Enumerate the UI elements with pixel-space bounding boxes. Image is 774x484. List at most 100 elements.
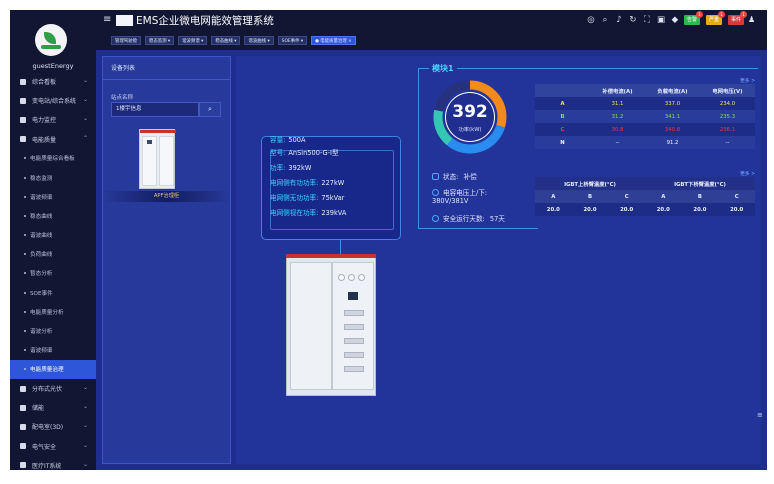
screen-icon[interactable]: ▣ <box>656 15 666 25</box>
sidebar-item-11[interactable]: SOE事件 <box>10 283 96 302</box>
sidebar-item-16[interactable]: 分布式光伏 ⌄ <box>10 379 96 398</box>
alarm-badge-1[interactable]: 严重 1 <box>705 11 725 25</box>
badge-count: 1 <box>717 11 725 18</box>
table1-cell: 341.1 <box>645 110 700 123</box>
table1-header: 电网电压(V) <box>700 84 755 97</box>
sidebar-item-19[interactable]: 电气安全 ⌄ <box>10 437 96 456</box>
bullet-icon <box>24 368 26 371</box>
safety-icon <box>20 443 26 450</box>
battery-icon <box>20 404 26 411</box>
search-icon[interactable]: ⌕ <box>600 15 610 25</box>
fullscreen-icon[interactable]: ⛶ <box>642 15 652 25</box>
device-caption[interactable]: APF治理柜 <box>103 191 230 202</box>
table-row: 20.0 20.0 20.0 20.0 20.0 20.0 <box>535 203 755 216</box>
tab-6[interactable]: ● 电能质量治理 × <box>311 36 356 45</box>
table1-cell: 30.8 <box>590 123 645 136</box>
model-row: 型号: AnSin500-G-I型 <box>270 149 339 157</box>
tab-4[interactable]: 谐波曲线 ▾ <box>244 36 274 45</box>
sidebar-item-3[interactable]: 电能质量 ⌃ <box>10 130 96 149</box>
sidebar-item-15[interactable]: 电能质量治理 <box>10 359 96 379</box>
table2-header: C <box>608 190 645 203</box>
search-icon: ⌕ <box>208 105 212 113</box>
scroll-handle-icon[interactable]: ≡ <box>757 411 763 419</box>
sidebar-item-1[interactable]: 变电站/综合系统 ⌄ <box>10 91 96 110</box>
sound-icon[interactable]: ♪ <box>614 15 624 25</box>
table1-cell: B <box>535 110 590 123</box>
sidebar-item-label: 谐波分析 <box>30 329 53 336</box>
table1-header: 补偿电流(A) <box>590 84 645 97</box>
sidebar-item-0[interactable]: 综合看板 ⌄ <box>10 72 96 91</box>
tab-3[interactable]: 稳态曲线 ▾ <box>211 36 241 45</box>
sidebar-item-label: 医疗IT系统 <box>32 462 62 470</box>
top-header: ≡ EMS企业微电网能效管理系统 ◎ ⌕ ♪ ↻ ⛶ ▣ ◆ 告警 1 严重 1 事件 1… <box>96 10 767 50</box>
sidebar-item-12[interactable]: 电能质量分析 <box>10 302 96 321</box>
sidebar-item-8[interactable]: 谐波曲线 <box>10 226 96 245</box>
sidebar-item-5[interactable]: 稳态监测 <box>10 168 96 187</box>
sidebar-item-20[interactable]: 医疗IT系统 ⌄ <box>10 456 96 470</box>
tab-2[interactable]: 谐波频谱 ▾ <box>178 36 208 45</box>
sidebar-item-label: 稳态曲线 <box>30 213 53 220</box>
clock-icon <box>432 189 439 196</box>
sidebar-item-label: 电气安全 <box>32 443 57 451</box>
module-frame-bottom <box>418 228 538 229</box>
tab-1[interactable]: 稳态监测 ▾ <box>144 36 175 45</box>
sidebar-item-7[interactable]: 稳态曲线 <box>10 206 96 225</box>
sidebar-item-9[interactable]: 负荷曲线 <box>10 245 96 264</box>
sidebar-item-2[interactable]: 电力监控 ⌄ <box>10 110 96 129</box>
power-row: 功率: 392kW <box>270 164 312 172</box>
apparent-power-value: 239kVA <box>321 209 347 217</box>
apparent-power-row: 电网侧视在功率: 239kVA <box>270 209 347 217</box>
alarm-badge-2[interactable]: 事件 1 <box>727 11 747 25</box>
sidebar: . guestEnergy 综合看板⌄变电站/综合系统⌄电力监控⌄电能质量⌃电能… <box>10 10 96 470</box>
sidebar-item-14[interactable]: 谐波频谱 <box>10 341 96 360</box>
station-search-button[interactable]: ⌕ <box>199 102 221 117</box>
sidebar-item-4[interactable]: 电能质量综合看板 <box>10 149 96 168</box>
content-area: 设备列表 站点名称 1楼宇信息 ⌕ APF治理柜 容量: 500A 型号: An… <box>96 50 767 470</box>
badge-label: 严重 <box>708 17 719 23</box>
globe-icon[interactable]: ◎ <box>586 15 596 25</box>
device-thumbnail[interactable] <box>139 129 176 189</box>
more-link-2[interactable]: 更多 > <box>740 170 755 177</box>
app-window: . guestEnergy 综合看板⌄变电站/综合系统⌄电力监控⌄电能质量⌃电能… <box>10 10 767 470</box>
sidebar-item-10[interactable]: 暂态分析 <box>10 264 96 283</box>
tab-5[interactable]: SOE事件 ▾ <box>277 36 308 45</box>
refresh-icon[interactable]: ↻ <box>628 15 638 25</box>
sidebar-item-6[interactable]: 谐波频谱 <box>10 187 96 206</box>
user-avatar-icon[interactable]: ♟ <box>748 15 757 25</box>
theme-icon[interactable]: ◆ <box>670 15 680 25</box>
chevron-down-icon: ⌄ <box>82 96 88 104</box>
chevron-down-icon: ⌄ <box>82 384 88 391</box>
tab-bar: 管理驾驶舱 稳态监测 ▾ 谐波频谱 ▾ 稳态曲线 ▾ 谐波曲线 ▾ SOE事件 ▾ ● 电能… <box>111 36 356 45</box>
sidebar-item-label: 储能 <box>32 405 45 413</box>
device-info-box: 容量: 500A 型号: AnSin500-G-I型 功率: 392kW 电网侧有功功… <box>261 136 401 240</box>
current-voltage-table: 补偿电流(A) 负载电流(A) 电网电压(V) A 31.1 337.0 234.0 B 31.… <box>535 84 755 149</box>
sidebar-item-label: 电能质量治理 <box>30 367 64 374</box>
table1-cell: 31.2 <box>590 110 645 123</box>
table1-cell: -- <box>700 136 755 149</box>
table2-cell: 20.0 <box>644 203 682 216</box>
table2-group-header: IGBT下桥臂温度(°C) <box>644 177 755 190</box>
sidebar-menu: 综合看板 ⌄ 变电站/综合系统 ⌄ 电力监控 ⌄ 电能质量 ⌃ 电能质量综合看板 稳态监测谐波频谱… <box>10 72 96 470</box>
reactive-power-value: 75kVar <box>321 194 345 202</box>
station-select[interactable]: 1楼宇信息 <box>111 102 199 117</box>
status-row: 状态: 补偿 <box>432 171 477 181</box>
badge-count: 1 <box>740 11 747 18</box>
chevron-down-icon: ⌄ <box>82 115 88 123</box>
gear-icon <box>20 116 26 123</box>
sidebar-item-label: 谐波频谱 <box>30 348 53 355</box>
sidebar-item-label: 谐波频谱 <box>30 194 53 201</box>
igbt-temperature-table: IGBT上桥臂温度(°C) IGBT下桥臂温度(°C) A B C A B C 20.0 20.0… <box>535 177 755 216</box>
table1-cell: A <box>535 97 590 110</box>
menu-toggle-icon[interactable]: ≡ <box>103 14 111 25</box>
sidebar-item-label: 谐波曲线 <box>30 233 53 240</box>
table1-cell: 234.0 <box>700 97 755 110</box>
sidebar-item-18[interactable]: 配电室(3D) ⌄ <box>10 417 96 436</box>
table1-header: 负载电流(A) <box>645 84 700 97</box>
more-link-1[interactable]: 更多 > <box>740 77 755 84</box>
sidebar-item-13[interactable]: 谐波分析 <box>10 321 96 340</box>
table-row: A 31.1 337.0 234.0 <box>535 97 755 110</box>
sidebar-item-17[interactable]: 储能 ⌄ <box>10 398 96 417</box>
tab-0[interactable]: 管理驾驶舱 <box>111 36 141 45</box>
alarm-badge-0[interactable]: 告警 1 <box>683 11 703 25</box>
sidebar-item-label: SOE事件 <box>30 290 53 297</box>
